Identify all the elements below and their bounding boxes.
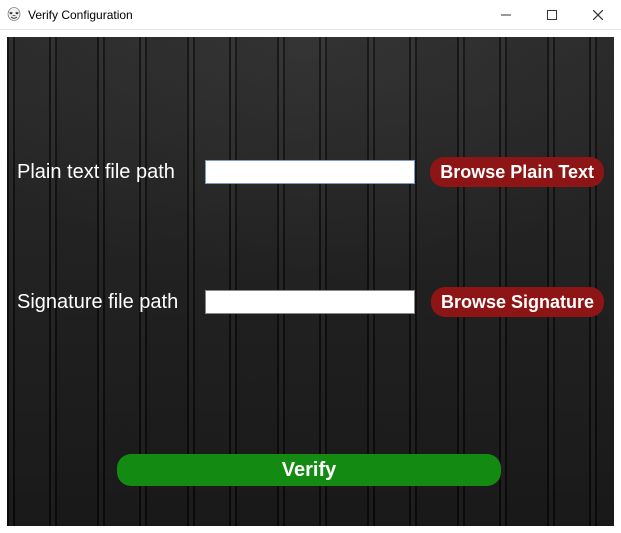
close-button[interactable] [575, 0, 621, 29]
browse-signature-button[interactable]: Browse Signature [431, 287, 604, 317]
signature-row: Signature file path Browse Signature [17, 287, 604, 317]
plain-text-label: Plain text file path [17, 161, 197, 184]
titlebar: Verify Configuration [0, 0, 621, 30]
mask-icon [6, 7, 22, 23]
maximize-button[interactable] [529, 0, 575, 29]
browse-plain-text-button[interactable]: Browse Plain Text [430, 157, 604, 187]
verify-button[interactable]: Verify [117, 454, 501, 486]
window-title: Verify Configuration [28, 8, 133, 22]
plain-text-input[interactable] [205, 160, 415, 184]
signature-label: Signature file path [17, 291, 197, 314]
plain-text-row: Plain text file path Browse Plain Text [17, 157, 604, 187]
minimize-button[interactable] [483, 0, 529, 29]
window-controls [483, 0, 621, 29]
main-panel: Plain text file path Browse Plain Text S… [7, 37, 614, 526]
client-area: Plain text file path Browse Plain Text S… [0, 30, 621, 533]
signature-input[interactable] [205, 290, 415, 314]
